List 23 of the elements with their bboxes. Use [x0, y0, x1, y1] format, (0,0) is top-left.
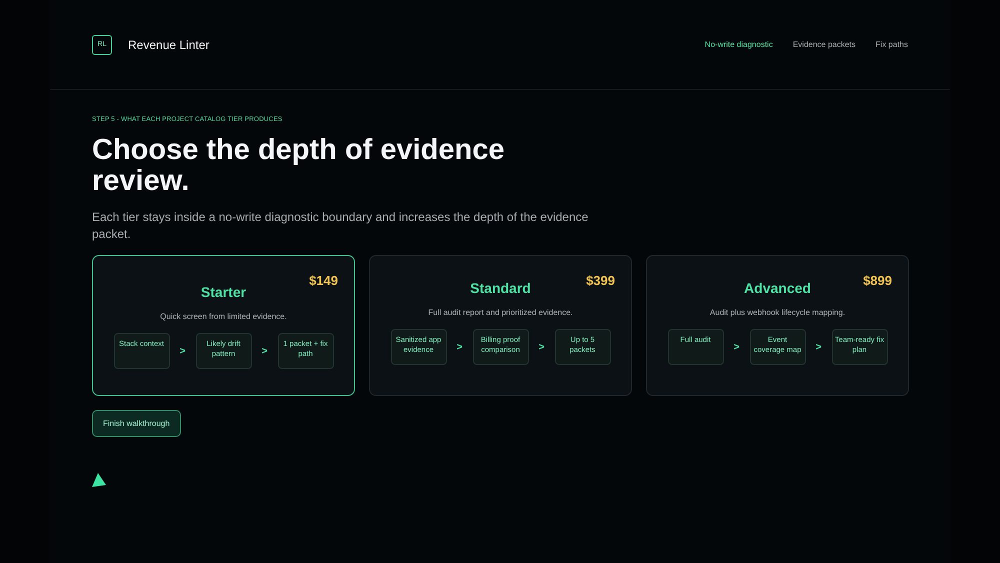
step-separator: > [814, 342, 822, 352]
tier-name: Starter [200, 284, 246, 300]
tier-price: $399 [586, 273, 615, 288]
step-separator: > [456, 342, 464, 352]
tier-description: Quick screen from limited evidence. [160, 312, 287, 321]
step-separator: > [732, 342, 740, 352]
page-heading: Choose the depth of evidence review. [92, 135, 506, 197]
step-separator: > [260, 346, 268, 356]
tier-description: Full audit report and prioritized evidence. [428, 308, 573, 317]
nav-link[interactable]: Fix paths [876, 40, 908, 49]
tier-price: $899 [863, 273, 892, 288]
tier-price: $149 [309, 273, 338, 288]
tier-description: Audit plus webhook lifecycle mapping. [710, 308, 846, 317]
nav-link[interactable]: No-write diagnostic [704, 40, 773, 49]
nav-link[interactable]: Evidence packets [792, 40, 856, 49]
finish-button[interactable]: Finish walkthrough [92, 410, 181, 437]
tier-name: Standard [470, 280, 531, 296]
brand-name: Revenue Linter [128, 38, 210, 52]
tier-name: Advanced [744, 280, 811, 296]
intro-text: Each tier stays inside a no-write diagnostic boundary and increases the depth of the evidence packet. [92, 209, 590, 243]
step-separator: > [538, 342, 546, 352]
triangle-icon [92, 473, 106, 487]
step-separator: > [178, 346, 186, 356]
